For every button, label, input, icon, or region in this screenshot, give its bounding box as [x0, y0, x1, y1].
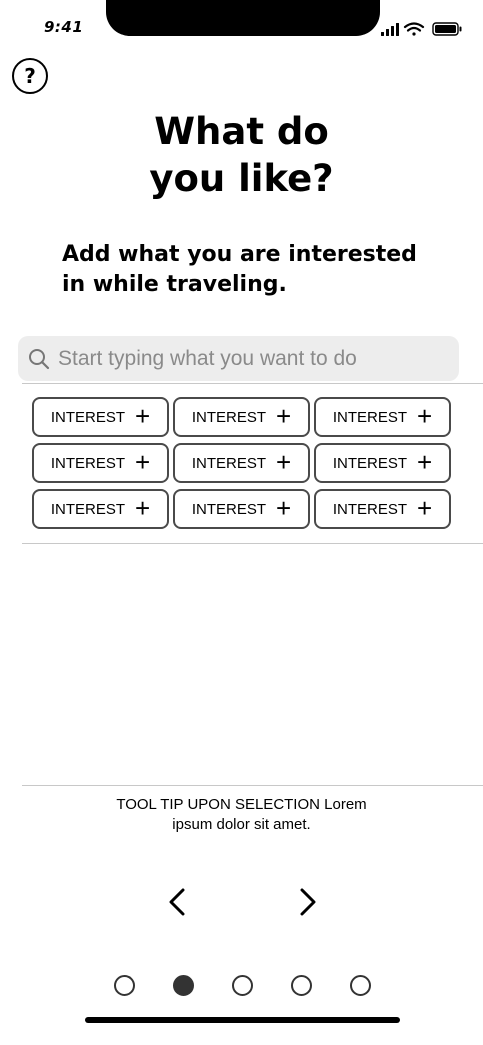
subtitle-line-2: in while traveling.: [62, 272, 287, 297]
home-indicator: [85, 1017, 400, 1023]
interest-chip-grid: INTEREST + INTEREST + INTEREST + INTEREST + …: [32, 397, 453, 529]
pagination-dot[interactable]: [232, 975, 253, 996]
search-input[interactable]: [56, 345, 459, 372]
plus-icon: +: [135, 447, 151, 477]
plus-icon: +: [417, 493, 433, 523]
selection-tooltip: TOOL TIP UPON SELECTION Lorem ipsum dolo…: [0, 795, 483, 835]
pagination-dot[interactable]: [114, 975, 135, 996]
interest-chip-label: INTEREST: [191, 454, 266, 472]
plus-icon: +: [135, 401, 151, 431]
plus-icon: +: [276, 401, 292, 431]
page-title: What do you like?: [0, 108, 483, 202]
plus-icon: +: [417, 447, 433, 477]
interest-chip-label: INTEREST: [191, 500, 266, 518]
plus-icon: +: [417, 401, 433, 431]
divider-top: [22, 383, 483, 384]
page-subtitle: Add what you are interested in while tra…: [62, 240, 442, 300]
title-line-2: you like?: [149, 157, 334, 200]
interest-chip-label: INTEREST: [50, 500, 125, 518]
help-icon: ?: [24, 64, 36, 88]
interest-chip[interactable]: INTEREST +: [314, 489, 451, 529]
interest-chip[interactable]: INTEREST +: [314, 443, 451, 483]
chevron-right-icon[interactable]: [292, 884, 322, 920]
plus-icon: +: [135, 493, 151, 523]
search-icon: [29, 348, 50, 369]
pagination-dot[interactable]: [291, 975, 312, 996]
help-button[interactable]: ?: [12, 58, 48, 94]
wifi-icon: [403, 22, 425, 36]
interest-chip[interactable]: INTEREST +: [173, 489, 310, 529]
divider-middle: [22, 543, 483, 544]
interest-chip[interactable]: INTEREST +: [32, 443, 169, 483]
tooltip-line-1: TOOL TIP UPON SELECTION Lorem: [116, 796, 367, 813]
battery-icon: [432, 22, 462, 36]
interest-chip-label: INTEREST: [191, 408, 266, 426]
chevron-left-icon[interactable]: [163, 884, 193, 920]
interest-chip-label: INTEREST: [50, 408, 125, 426]
search-bar[interactable]: [18, 336, 459, 381]
pagination-dots: [0, 975, 483, 997]
interest-chip[interactable]: INTEREST +: [32, 397, 169, 437]
divider-bottom: [22, 785, 483, 786]
interest-chip[interactable]: INTEREST +: [314, 397, 451, 437]
interest-chip-label: INTEREST: [332, 408, 407, 426]
title-line-1: What do: [154, 110, 329, 153]
subtitle-line-1: Add what you are interested: [62, 242, 417, 267]
plus-icon: +: [276, 493, 292, 523]
signal-icon: [381, 23, 399, 36]
interest-chip[interactable]: INTEREST +: [173, 397, 310, 437]
status-time: 9:41: [44, 18, 84, 36]
interest-chip[interactable]: INTEREST +: [32, 489, 169, 529]
tooltip-line-2: ipsum dolor sit amet.: [172, 816, 311, 833]
pagination-dot-active[interactable]: [173, 975, 194, 996]
device-notch: [106, 0, 380, 36]
interest-chip-label: INTEREST: [50, 454, 125, 472]
interest-chip[interactable]: INTEREST +: [173, 443, 310, 483]
interest-chip-label: INTEREST: [332, 454, 407, 472]
plus-icon: +: [276, 447, 292, 477]
interest-chip-label: INTEREST: [332, 500, 407, 518]
pagination-dot[interactable]: [350, 975, 371, 996]
status-icons: [381, 22, 462, 36]
